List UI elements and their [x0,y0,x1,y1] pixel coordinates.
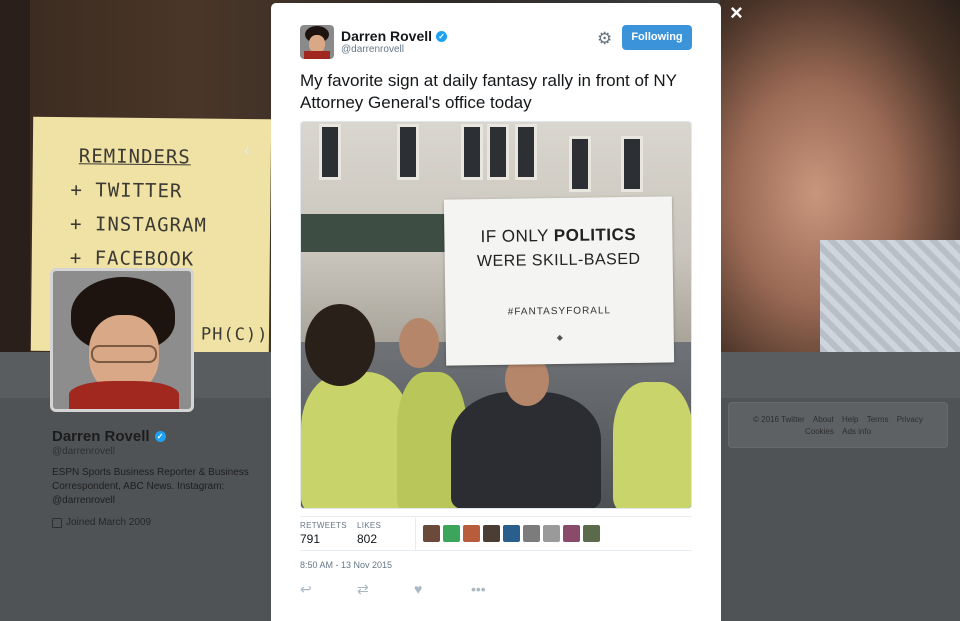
photo-window [487,124,509,180]
liker-avatar[interactable] [463,525,480,542]
footer-link-privacy[interactable]: Privacy [897,415,923,424]
tweet-photo[interactable]: IF ONLY POLITICS WERE SKILL-BASED #FANTA… [300,121,692,509]
liker-avatar[interactable] [503,525,520,542]
retweets-count: 791 [300,532,321,546]
footer-link-about[interactable]: About [813,415,834,424]
photo-window [461,124,483,180]
gear-icon[interactable]: ⚙ [597,29,612,49]
likes-label: LIKES [357,521,382,530]
sign-line-1: IF ONLY POLITICS [444,224,672,247]
profile-avatar[interactable] [50,268,194,412]
sign-hashtag: #FANTASYFORALL [507,305,612,318]
sign-line-2: WERE SKILL-BASED [476,250,641,271]
sign-mark: ◆ [556,332,563,343]
liker-avatar[interactable] [483,525,500,542]
joined-date: Joined March 2009 [66,517,152,528]
profile-handle[interactable]: @darrenrovell [52,446,262,457]
author-handle[interactable]: @darrenrovell [341,44,404,55]
author-name-row: Darren Rovell ✓ [341,28,448,44]
tweet-text: My favorite sign at daily fantasy rally … [300,71,677,112]
reply-icon[interactable]: ↩ [300,581,357,598]
retweets-label: RETWEETS [300,521,347,530]
profile-card: Darren Rovell ✓ @darrenrovell ESPN Sport… [52,428,262,528]
tweet-actions: ↩ ⇄ ♥ ••• [300,581,528,598]
previous-arrow-icon[interactable]: ‹ [244,140,250,161]
likes-count: 802 [357,532,378,546]
photo-window [319,124,341,180]
profile-joined: Joined March 2009 [52,517,262,528]
tweet-modal: Darren Rovell ✓ @darrenrovell ⚙ Followin… [271,3,721,621]
sign-line-1-pre: IF ONLY [480,226,554,247]
more-icon[interactable]: ••• [471,581,528,598]
stats-separator [415,518,416,550]
footer-copyright: © 2016 Twitter [753,415,805,424]
photo-protest-sign: IF ONLY POLITICS WERE SKILL-BASED #FANTA… [443,196,675,366]
photo-window [569,136,591,192]
author-avatar[interactable] [300,25,334,59]
header-photo-door [0,0,30,352]
photo-person [451,392,601,508]
photo-head [399,318,439,368]
sticky-line-3: + INSTAGRAM [69,213,208,237]
photo-window [621,136,643,192]
footer-link-cookies[interactable]: Cookies [805,427,834,436]
stats-divider-top [300,516,692,517]
sign-line-1-bold: POLITICS [553,224,637,246]
close-icon[interactable]: × [730,0,743,26]
avatar-glasses [91,345,157,363]
photo-head [305,304,375,386]
author-avatar-collar [304,51,330,59]
sticky-line-1: REMINDERS [78,145,191,169]
liker-avatar[interactable] [543,525,560,542]
liker-avatar[interactable] [583,525,600,542]
liker-avatar[interactable] [423,525,440,542]
liker-avatar[interactable] [443,525,460,542]
photo-person [301,372,411,508]
retweets-stat[interactable]: RETWEETS 791 [300,521,347,546]
liker-avatar[interactable] [563,525,580,542]
footer-link-help[interactable]: Help [842,415,858,424]
profile-bio: ESPN Sports Business Reporter & Business… [52,467,249,506]
profile-name-row: Darren Rovell ✓ [52,428,262,445]
footer-links: © 2016 Twitter About Help Terms Privacy … [728,402,948,448]
footer-link-ads-info[interactable]: Ads info [842,427,871,436]
retweet-icon[interactable]: ⇄ [357,581,414,598]
liker-avatars [423,525,600,542]
footer-link-terms[interactable]: Terms [867,415,889,424]
photo-window [397,124,419,180]
profile-name[interactable]: Darren Rovell [52,428,150,445]
likes-stat[interactable]: LIKES 802 [357,521,381,546]
avatar-collar [69,381,179,409]
following-button[interactable]: Following [622,25,692,50]
verified-badge-icon: ✓ [154,431,166,442]
stats-divider-bottom [300,550,692,551]
like-heart-icon[interactable]: ♥ [414,581,471,598]
verified-badge-icon: ✓ [436,30,448,42]
calendar-icon [52,517,62,528]
photo-person [613,382,691,508]
sticky-line-2: + TWITTER [70,179,183,203]
author-name[interactable]: Darren Rovell [341,28,432,44]
tweet-timestamp[interactable]: 8:50 AM - 13 Nov 2015 [300,560,392,570]
liker-avatar[interactable] [523,525,540,542]
photo-window [515,124,537,180]
header-photo-shirt [820,240,960,352]
